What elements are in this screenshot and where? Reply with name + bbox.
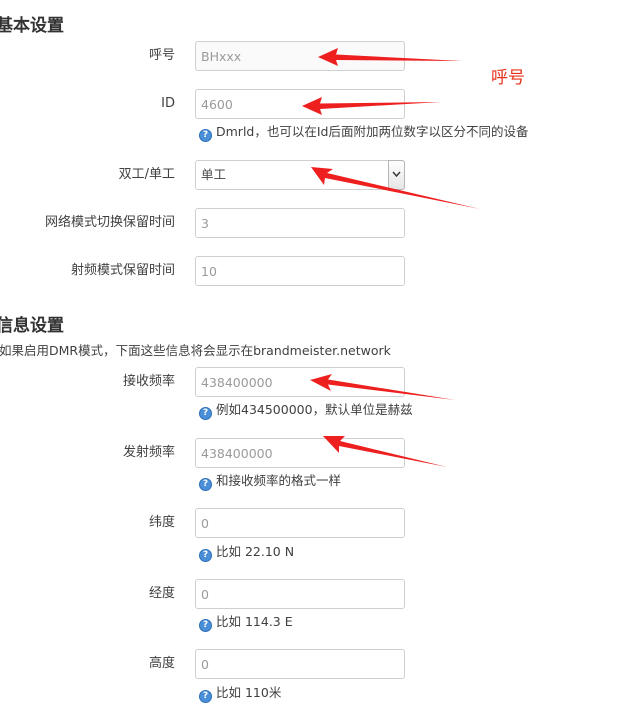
tx-freq-label: 发射频率: [122, 445, 175, 460]
longitude-label: 经度: [148, 586, 175, 601]
altitude-label: 高度: [148, 656, 175, 671]
tx-freq-help: ? 和接收频率的格式一样: [199, 473, 341, 491]
question-circle-icon: ?: [199, 407, 212, 420]
rx-freq-help-text: 例如434500000，默认单位是赫兹: [216, 402, 413, 417]
id-input[interactable]: [195, 89, 405, 119]
longitude-input[interactable]: [195, 579, 405, 609]
net-hold-label: 网络模式切换保留时间: [44, 215, 175, 230]
altitude-help-text: 比如 110米: [216, 685, 282, 700]
latitude-input[interactable]: [195, 508, 405, 538]
longitude-help: ? 比如 114.3 E: [199, 614, 293, 632]
longitude-help-text: 比如 114.3 E: [216, 614, 293, 629]
question-circle-icon: ?: [199, 478, 212, 491]
net-hold-input[interactable]: [195, 208, 405, 238]
latitude-help: ? 比如 22.10 N: [199, 544, 294, 562]
duplex-label: 双工/单工: [118, 167, 175, 182]
altitude-input[interactable]: [195, 649, 405, 679]
tx-freq-help-text: 和接收频率的格式一样: [216, 473, 342, 488]
annotation-label: 呼号: [491, 68, 525, 88]
callsign-label: 呼号: [148, 48, 175, 63]
latitude-help-text: 比如 22.10 N: [216, 544, 295, 559]
rx-freq-help: ? 例如434500000，默认单位是赫兹: [199, 402, 413, 420]
rx-freq-label: 接收频率: [122, 374, 175, 389]
rx-freq-input[interactable]: [195, 367, 405, 397]
callsign-input[interactable]: [195, 41, 405, 71]
question-circle-icon: ?: [199, 549, 212, 562]
rf-hold-input[interactable]: [195, 256, 405, 286]
duplex-select[interactable]: 单工: [195, 160, 405, 190]
rf-hold-label: 射频模式保留时间: [70, 263, 175, 278]
section-title-info: 信息设置: [0, 316, 64, 336]
altitude-help: ? 比如 110米: [199, 685, 281, 703]
question-circle-icon: ?: [199, 690, 212, 703]
question-circle-icon: ?: [199, 129, 212, 142]
id-help-text: Dmrld，也可以在Id后面附加两位数字以区分不同的设备: [216, 124, 529, 139]
question-circle-icon: ?: [199, 619, 212, 632]
id-help: ? Dmrld，也可以在Id后面附加两位数字以区分不同的设备: [199, 124, 528, 142]
duplex-select-value: 单工: [201, 167, 227, 182]
tx-freq-input[interactable]: [195, 438, 405, 468]
latitude-label: 纬度: [148, 515, 175, 530]
id-label: ID: [161, 96, 175, 111]
section-title-basic: 基本设置: [0, 16, 64, 36]
section-description: 如果启用DMR模式，下面这些信息将会显示在brandmeister.networ…: [0, 343, 391, 358]
chevron-down-icon[interactable]: [388, 160, 405, 190]
